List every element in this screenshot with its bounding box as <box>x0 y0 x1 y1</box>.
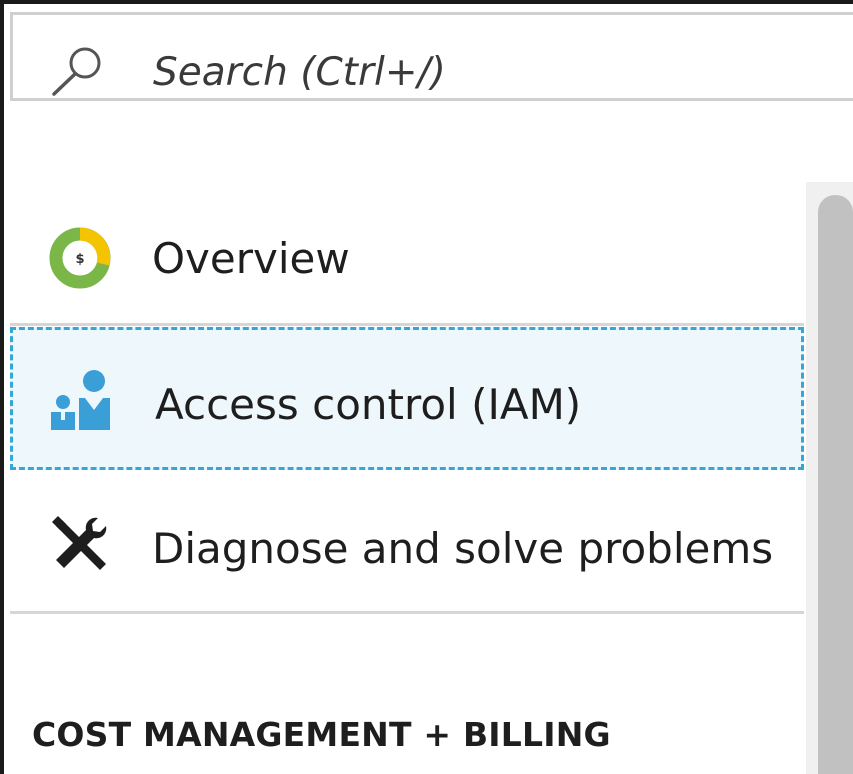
search-icon <box>52 47 101 96</box>
divider <box>10 323 804 326</box>
section-header-cost-management: COST MANAGEMENT + BILLING <box>32 715 611 754</box>
search-input[interactable] <box>153 45 753 99</box>
access-control-icon <box>51 370 110 430</box>
cost-overview-icon: $ <box>49 227 111 289</box>
wrench-screwdriver-icon <box>52 516 107 570</box>
divider <box>10 611 804 614</box>
nav-item-access-control[interactable]: Access control (IAM) <box>10 327 804 470</box>
nav-item-overview[interactable]: $ Overview <box>10 190 804 325</box>
nav-item-label: Overview <box>152 234 350 283</box>
search-box[interactable] <box>10 12 853 101</box>
nav-item-label: Diagnose and solve problems <box>152 524 774 573</box>
nav-item-label: Access control (IAM) <box>155 380 582 429</box>
nav-item-diagnose[interactable]: Diagnose and solve problems <box>10 472 804 612</box>
svg-text:$: $ <box>75 252 84 267</box>
scrollbar-thumb[interactable] <box>818 195 853 774</box>
